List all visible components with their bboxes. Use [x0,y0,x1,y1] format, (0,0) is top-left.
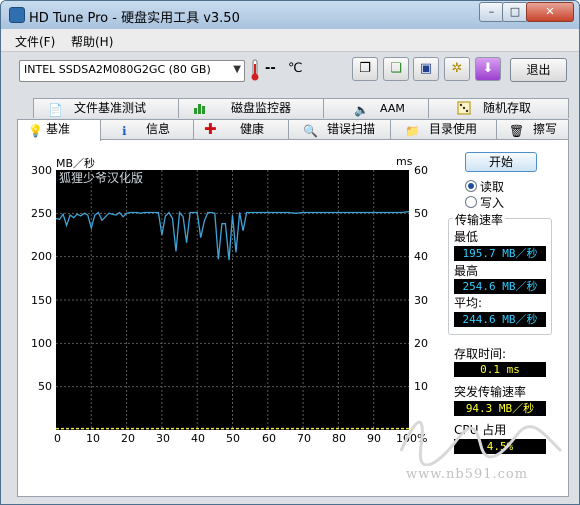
menu-help[interactable]: 帮助(H) [71,33,113,50]
x-tick: 50 [226,432,240,445]
disk-monitor-icon [194,104,205,114]
transfer-graph: 狐狸少爷汉化版 [55,170,410,430]
drive-select[interactable]: INTEL SSDSA2M080G2GC (80 GB) ▼ [19,60,245,82]
read-radio-label[interactable]: 读取 [480,178,504,195]
start-button[interactable]: 开始 [465,152,537,172]
floppy-disk-icon: ▣ [419,61,433,76]
avg-label: 平均: [454,296,483,310]
drive-select-value: INTEL SSDSA2M080G2GC (80 GB) [24,63,211,76]
x-tick: 20 [121,432,135,445]
random-access-icon [457,101,471,115]
bulb-icon: 💡 [28,124,43,138]
file-benchmark-icon: 📄 [48,103,63,117]
temperature-value: -- [265,61,276,76]
x-tick: 60 [262,432,276,445]
save-button[interactable]: ▣ [413,57,439,81]
speaker-icon: 🔈 [354,103,369,117]
min-value: 195.7 MB／秒 [454,246,546,261]
x-tick: 80 [332,432,346,445]
x-tick: 70 [297,432,311,445]
copy-button[interactable]: ❐ [352,57,378,81]
y-right-tick: 50 [414,207,428,220]
y-right-tick: 30 [414,294,428,307]
write-radio-label[interactable]: 写入 [480,194,504,211]
x-tick: 10 [86,432,100,445]
menu-bar: 文件(F) 帮助(H) [1,29,579,52]
y-right-tick: 60 [414,164,428,177]
tab-disk-monitor[interactable]: 磁盘监控器 [178,98,325,118]
x-tick: 30 [156,432,170,445]
write-radio[interactable] [465,196,477,208]
max-value: 254.6 MB／秒 [454,279,546,294]
tab-aam[interactable]: 🔈 AAM [323,98,430,118]
copy-all-icon: ❏ [390,61,402,76]
y-left-tick: 250 [31,207,52,220]
thermometer-icon [251,59,259,81]
site-watermark: www.nb591.com [406,467,529,482]
y-left-tick: 100 [31,337,52,350]
access-time-value: 0.1 ms [454,362,546,377]
signature-watermark [399,420,563,466]
access-time-label: 存取时间: [454,347,507,361]
title-bar: HD Tune Pro - 硬盘实用工具 v3.50 – □ ✕ [1,1,579,29]
copy-all-button[interactable]: ❏ [383,57,409,81]
download-button[interactable]: ⬇ [475,57,501,81]
y-left-tick: 200 [31,250,52,263]
y-right-tick: 20 [414,337,428,350]
maximize-button[interactable]: □ [502,2,528,22]
tab-info[interactable]: ℹ 信息 [99,119,195,139]
exit-button[interactable]: 退出 [510,58,567,82]
trash-icon: 🗑 [509,124,525,138]
tab-folder-usage[interactable]: 📁 目录使用 [390,119,498,139]
menu-file[interactable]: 文件(F) [15,33,55,50]
transfer-rate-title: 传输速率 [453,211,506,228]
y-left-tick: 50 [38,380,52,393]
app-window: HD Tune Pro - 硬盘实用工具 v3.50 – □ ✕ 文件(F) 帮… [0,0,580,505]
max-label: 最高 [454,264,479,278]
avg-value: 244.6 MB／秒 [454,312,546,327]
hdtune-app-icon [9,7,25,23]
y-right-tick: 10 [414,380,428,393]
tab-erase[interactable]: 🗑 擦写 [496,119,569,139]
y-right-tick: 40 [414,250,428,263]
health-cross-icon: ✚ [204,120,217,138]
graph-overlay-text: 狐狸少爷汉化版 [59,171,144,185]
tab-error-scan[interactable]: 🔍 错误扫描 [288,119,392,139]
info-icon: ℹ [122,124,127,138]
x-tick: 90 [367,432,381,445]
x-tick: 40 [191,432,205,445]
minimize-button[interactable]: – [479,2,504,22]
right-axis-unit: ms [396,155,413,168]
tab-health[interactable]: ✚ 健康 [193,119,290,139]
down-arrow-icon: ⬇ [482,61,494,76]
wrench-icon: ✲ [451,61,463,76]
tab-file-benchmark[interactable]: 📄 文件基准测试 [33,98,180,118]
tab-benchmark[interactable]: 💡 基准 [17,119,101,141]
tab-random-access[interactable]: 随机存取 [428,98,569,118]
toolbar: INTEL SSDSA2M080G2GC (80 GB) ▼ -- ℃ ❐ ❏ … [1,52,579,92]
copy-icon: ❐ [359,61,371,76]
chevron-down-icon: ▼ [233,64,241,75]
burst-rate-label: 突发传输速率 [454,385,527,399]
magnifier-icon: 🔍 [303,124,318,138]
options-button[interactable]: ✲ [444,57,470,81]
y-left-tick: 150 [31,294,52,307]
x-tick: 0 [54,432,61,445]
window-title: HD Tune Pro - 硬盘实用工具 v3.50 [29,11,240,26]
y-left-tick: 300 [31,164,52,177]
transfer-graph-plot [55,170,410,430]
temperature-unit: ℃ [288,61,303,76]
min-label: 最低 [454,230,479,244]
folder-icon: 📁 [405,124,420,138]
close-button[interactable]: ✕ [526,2,574,22]
read-radio[interactable] [465,180,477,192]
